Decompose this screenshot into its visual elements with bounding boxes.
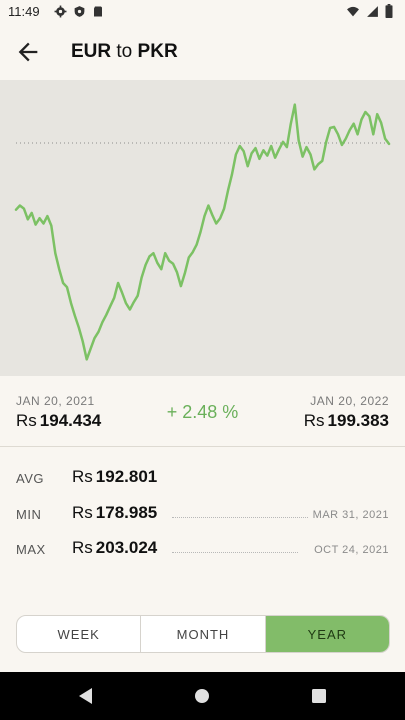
range-week-button[interactable]: WEEK: [17, 616, 142, 652]
base-currency: EUR: [71, 41, 112, 62]
stat-max: MAX Rs 203.024 OCT 24, 2021: [16, 538, 389, 562]
nav-recents-icon[interactable]: [307, 684, 331, 708]
end-value: 199.383: [327, 411, 389, 430]
max-number: 203.024: [95, 538, 158, 557]
quote-currency: PKR: [137, 41, 178, 62]
system-nav-bar: [0, 672, 405, 720]
range-year-button[interactable]: YEAR: [265, 616, 389, 652]
end-currency: Rs: [303, 411, 325, 430]
avg-currency: Rs: [72, 467, 93, 486]
min-date: MAR 31, 2021: [312, 509, 389, 521]
page-title: EUR to PKR: [71, 41, 178, 63]
range-selector: WEEK MONTH YEAR: [16, 615, 390, 653]
settings-gear-icon: [54, 5, 67, 18]
min-label: MIN: [16, 507, 42, 522]
divider: [0, 446, 405, 447]
max-label: MAX: [16, 542, 46, 557]
avg-value: Rs 192.801: [72, 467, 157, 487]
stat-min: MIN Rs 178.985 MAR 31, 2021: [16, 503, 389, 527]
shield-icon: [74, 6, 85, 17]
rate-chart-svg: [14, 103, 391, 361]
end-rate: Rs 199.383: [304, 411, 389, 431]
rate-chart[interactable]: [0, 80, 405, 376]
cell-signal-icon: [367, 5, 378, 17]
max-currency: Rs: [72, 538, 93, 557]
wifi-icon: [347, 6, 359, 16]
nav-home-icon[interactable]: [190, 684, 214, 708]
range-month-button[interactable]: MONTH: [141, 616, 266, 652]
nav-back-icon[interactable]: [74, 684, 98, 708]
summary-row: JAN 20, 2021 Rs 194.434 + 2.48 % JAN 20, …: [0, 376, 405, 446]
min-leader-dots: [172, 517, 308, 518]
app-bar: EUR to PKR: [0, 24, 405, 81]
min-value: Rs 178.985: [72, 503, 157, 523]
battery-icon: [385, 4, 393, 18]
title-connector: to: [116, 41, 133, 62]
avg-number: 192.801: [95, 467, 158, 486]
max-leader-dots: [172, 552, 298, 553]
status-bar: 11:49: [0, 0, 405, 24]
end-date: JAN 20, 2022: [310, 394, 389, 408]
rate-series-line-0: [14, 103, 391, 361]
stat-avg: AVG Rs 192.801: [16, 467, 389, 491]
min-currency: Rs: [72, 503, 93, 522]
min-number: 178.985: [95, 503, 158, 522]
status-time: 11:49: [8, 4, 40, 19]
max-value: Rs 203.024: [72, 538, 157, 558]
max-date: OCT 24, 2021: [314, 544, 389, 556]
back-arrow-icon[interactable]: [14, 38, 42, 66]
sd-card-icon: [94, 6, 102, 17]
avg-label: AVG: [16, 471, 44, 486]
